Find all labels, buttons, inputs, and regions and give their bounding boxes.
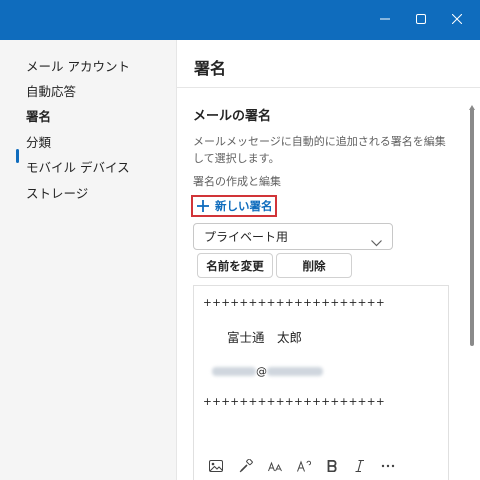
sidebar-item-mobile-devices[interactable]: モバイル デバイス xyxy=(26,160,130,176)
minimize-icon[interactable] xyxy=(374,8,396,30)
bold-icon[interactable] xyxy=(322,456,342,476)
maximize-icon[interactable] xyxy=(410,8,432,30)
redacted-text xyxy=(212,367,256,376)
title-bar xyxy=(0,0,480,40)
new-signature-label: 新しい署名 xyxy=(215,199,273,213)
sidebar-item-auto-reply[interactable]: 自動応答 xyxy=(26,84,76,100)
section-description: メールメッセージに自動的に追加される署名を編集して選択します。 xyxy=(193,135,446,165)
scroll-up-icon[interactable] xyxy=(469,95,475,110)
sidebar-item-storage[interactable]: ストレージ xyxy=(26,186,88,202)
signature-select-value: プライベート用 xyxy=(204,230,289,244)
image-icon[interactable] xyxy=(206,456,226,476)
settings-sidebar: メール アカウント 自動応答 署名 分類 モバイル デバイス ストレージ xyxy=(0,40,177,480)
section-title: メールの署名 xyxy=(193,109,272,124)
close-icon[interactable] xyxy=(446,8,468,30)
chevron-down-icon xyxy=(371,232,382,251)
rename-button[interactable]: 名前を変更 xyxy=(197,253,273,278)
scrollbar-thumb[interactable] xyxy=(470,108,474,346)
signature-settings-panel: 署名 メールの署名 メールメッセージに自動的に追加される署名を編集して選択します… xyxy=(177,40,480,480)
sidebar-item-categories[interactable]: 分類 xyxy=(26,135,51,151)
more-icon[interactable] xyxy=(378,456,398,476)
new-signature-button[interactable]: 新しい署名 xyxy=(191,195,277,217)
editor-toolbar xyxy=(194,456,448,478)
signature-email: @ xyxy=(212,365,323,378)
signature-line-top: ++++++++++++++++++++ xyxy=(203,297,385,309)
signature-name: 富士通 太郎 xyxy=(227,330,303,345)
signature-select[interactable]: プライベート用 xyxy=(193,223,393,250)
sidebar-item-signature[interactable]: 署名 xyxy=(26,109,51,125)
panel-header: 署名 xyxy=(177,40,480,88)
signature-line-bottom: ++++++++++++++++++++ xyxy=(203,396,385,408)
plus-icon xyxy=(196,199,210,213)
italic-icon[interactable] xyxy=(350,456,370,476)
delete-button[interactable]: 削除 xyxy=(276,253,352,278)
page-title: 署名 xyxy=(194,59,227,78)
create-edit-label: 署名の作成と編集 xyxy=(193,175,281,188)
signature-editor[interactable]: ++++++++++++++++++++ 富士通 太郎 @ ++++++++++… xyxy=(193,285,449,480)
format-painter-icon[interactable] xyxy=(236,456,256,476)
redacted-text xyxy=(267,367,323,376)
sidebar-item-mail-account[interactable]: メール アカウント xyxy=(26,59,130,75)
email-at-sign: @ xyxy=(256,365,267,378)
superscript-icon[interactable] xyxy=(294,456,314,476)
active-indicator xyxy=(16,149,19,163)
font-size-icon[interactable] xyxy=(265,456,285,476)
